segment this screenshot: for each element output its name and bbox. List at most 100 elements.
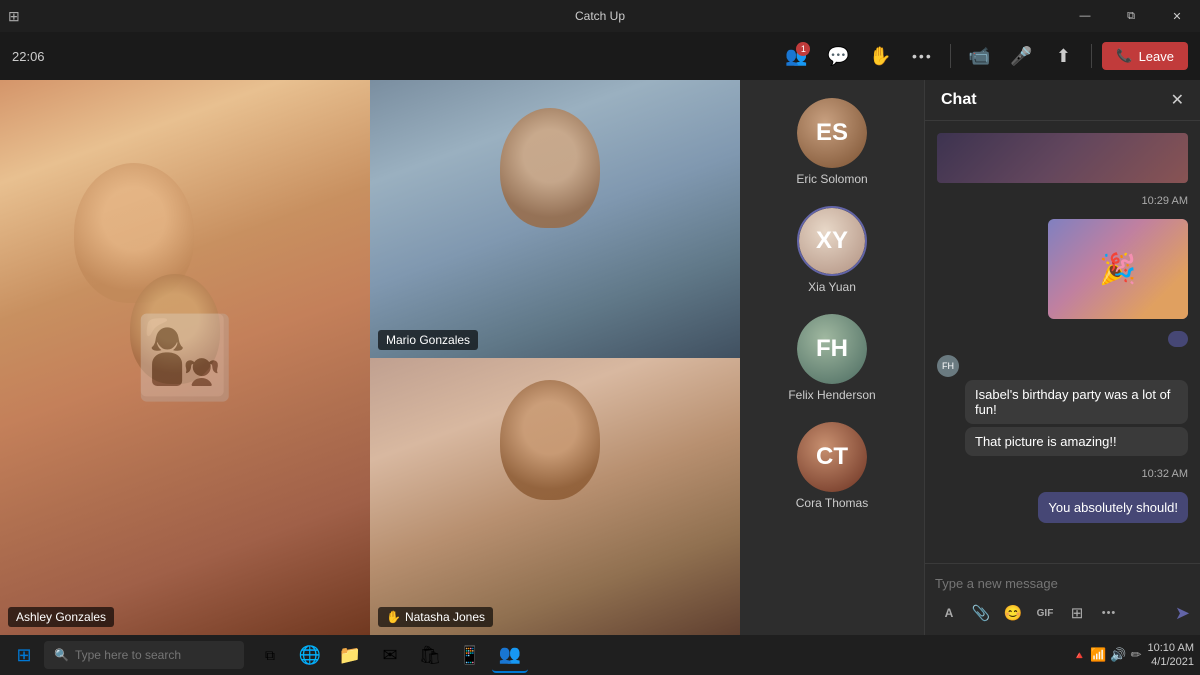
ashley-name-tag: Ashley Gonzales [8,607,114,627]
taskbar-right: 🔺 📶 🔊 ✏ 10:10 AM 4/1/2021 [1073,641,1194,670]
xia-name: Xia Yuan [808,280,856,294]
minimize-button[interactable]: — [1062,0,1108,32]
chat-other-msg-felix: FH Isabel's birthday party was a lot of … [937,355,1188,456]
video-cell-ashley: Ashley Gonzales [0,80,370,635]
toolbar-left: 22:06 [12,49,45,64]
app-icon: ⊞ [8,8,20,25]
more-icon: ••• [912,48,933,64]
time-display: 22:06 [12,49,45,64]
close-button[interactable]: ✕ [1154,0,1200,32]
participant-avatar-felix: FH [797,314,867,384]
chat-header: Chat ✕ [925,80,1200,121]
felix-bubble-1: Isabel's birthday party was a lot of fun… [965,380,1188,424]
participants-button[interactable]: 👥 1 [778,38,814,74]
search-icon: 🔍 [54,648,69,662]
previous-content-preview [937,133,1188,183]
chat-close-button[interactable]: ✕ [1171,90,1184,110]
teams-button[interactable]: 👥 [492,637,528,673]
store-button[interactable]: 🛍 [412,637,448,673]
participant-avatar-xia: XY [797,206,867,276]
xia-avatar-bg: XY [799,208,865,274]
gif-button[interactable]: GIF [1031,599,1059,627]
chat-bubble-birthday [1168,331,1188,347]
raise-hand-button[interactable]: ✋ [862,38,898,74]
title-bar-left: ⊞ [0,8,20,25]
participant-item-cora[interactable]: CT Cora Thomas [740,414,924,518]
taskview-button[interactable]: ⧉ [252,637,288,673]
divider2 [1091,44,1092,68]
chat-button[interactable]: 💬 [820,38,856,74]
network-icon[interactable]: 📶 [1090,647,1106,663]
share-icon: ⬆ [1056,46,1071,67]
felix-chat-avatar: FH [937,355,959,377]
taskbar-pinned-apps: ⧉ 🌐 📁 ✉ 🛍 📱 👥 [252,637,528,673]
participant-avatar-cora: CT [797,422,867,492]
eric-name: Eric Solomon [796,172,867,186]
birthday-img-placeholder: 🎉 [1048,219,1188,319]
video-cell-natasha: ✋ Natasha Jones [370,358,740,636]
cora-name: Cora Thomas [796,496,868,510]
mic-icon: 🎤 [1010,46,1032,67]
send-button[interactable]: ➤ [1175,603,1190,624]
taskbar: ⊞ 🔍 ⧉ 🌐 📁 ✉ 🛍 📱 👥 🔺 📶 🔊 ✏ 10:10 AM 4/1/2… [0,635,1200,675]
format-button[interactable]: A [935,599,963,627]
chat-panel: Chat ✕ 10:29 AM 🎉 FH [925,80,1200,635]
taskbar-clock[interactable]: 10:10 AM 4/1/2021 [1148,641,1194,670]
phone-button[interactable]: 📱 [452,637,488,673]
chat-more-button[interactable]: ••• [1095,599,1123,627]
taskbar-search-input[interactable] [75,648,234,662]
toolbar-right: 👥 1 💬 ✋ ••• 📹 🎤 ⬆ 📞 Leave [778,38,1188,74]
participants-badge: 1 [796,42,810,56]
camera-icon: 📹 [968,46,990,67]
leave-button[interactable]: 📞 Leave [1102,42,1188,70]
chat-message-input[interactable] [935,572,1190,595]
chat-input-area: A 📎 😊 GIF ⊞ ••• ➤ [925,563,1200,635]
chevron-up-icon[interactable]: 🔺 [1073,649,1087,662]
sticker-button[interactable]: ⊞ [1063,599,1091,627]
windows-logo-icon: ⊞ [16,645,31,666]
attach-button[interactable]: 📎 [967,599,995,627]
more-button[interactable]: ••• [904,38,940,74]
participant-item-felix[interactable]: FH Felix Henderson [740,306,924,410]
raise-hand-icon: ✋ [869,46,891,67]
start-button[interactable]: ⊞ [6,637,42,673]
chat-icon: 💬 [827,46,849,67]
teams-toolbar: 22:06 👥 1 💬 ✋ ••• 📹 🎤 ⬆ 📞 Leave [0,32,1200,80]
chat-birthday-image: 🎉 [1048,219,1188,319]
mario-face [500,108,600,228]
participant-avatar-eric: ES [797,98,867,168]
volume-icon[interactable]: 🔊 [1110,647,1126,663]
felix-name: Felix Henderson [788,388,875,402]
emoji-button[interactable]: 😊 [999,599,1027,627]
chat-bubble-reply: You absolutely should! [1038,492,1188,523]
share-button[interactable]: ⬆ [1045,38,1081,74]
edge-button[interactable]: 🌐 [292,637,328,673]
ashley-bg [0,80,370,635]
camera-button[interactable]: 📹 [961,38,997,74]
phone-end-icon: 📞 [1116,48,1132,64]
cora-avatar-bg: CT [797,422,867,492]
system-tray: 🔺 📶 🔊 ✏ [1073,647,1142,663]
restore-button[interactable]: ⧉ [1108,0,1154,32]
mic-button[interactable]: 🎤 [1003,38,1039,74]
face-shape-2 [130,274,220,384]
message-time-1032: 10:32 AM [937,464,1188,482]
participant-item-eric[interactable]: ES Eric Solomon [740,90,924,194]
mario-name-tag: Mario Gonzales [378,330,478,350]
video-grid: Ashley Gonzales Mario Gonzales ✋ Natasha… [0,80,740,635]
chat-messages: 10:29 AM 🎉 FH Isabel's birthday party wa… [925,121,1200,563]
title-bar: ⊞ Catch Up — ⧉ ✕ [0,0,1200,32]
natasha-face [500,380,600,500]
hand-raised-icon: ✋ [386,610,401,624]
participant-item-xia[interactable]: XY Xia Yuan [740,198,924,302]
felix-bubble-2: That picture is amazing!! [965,427,1188,456]
mail-button[interactable]: ✉ [372,637,408,673]
felix-avatar-bg: FH [797,314,867,384]
chat-title: Chat [941,91,977,109]
pen-icon[interactable]: ✏ [1131,647,1142,663]
title-bar-controls: — ⧉ ✕ [1062,0,1200,32]
window-title: Catch Up [575,9,625,23]
explorer-button[interactable]: 📁 [332,637,368,673]
message-time-1029: 10:29 AM [937,191,1188,209]
taskbar-search-box[interactable]: 🔍 [44,641,244,669]
